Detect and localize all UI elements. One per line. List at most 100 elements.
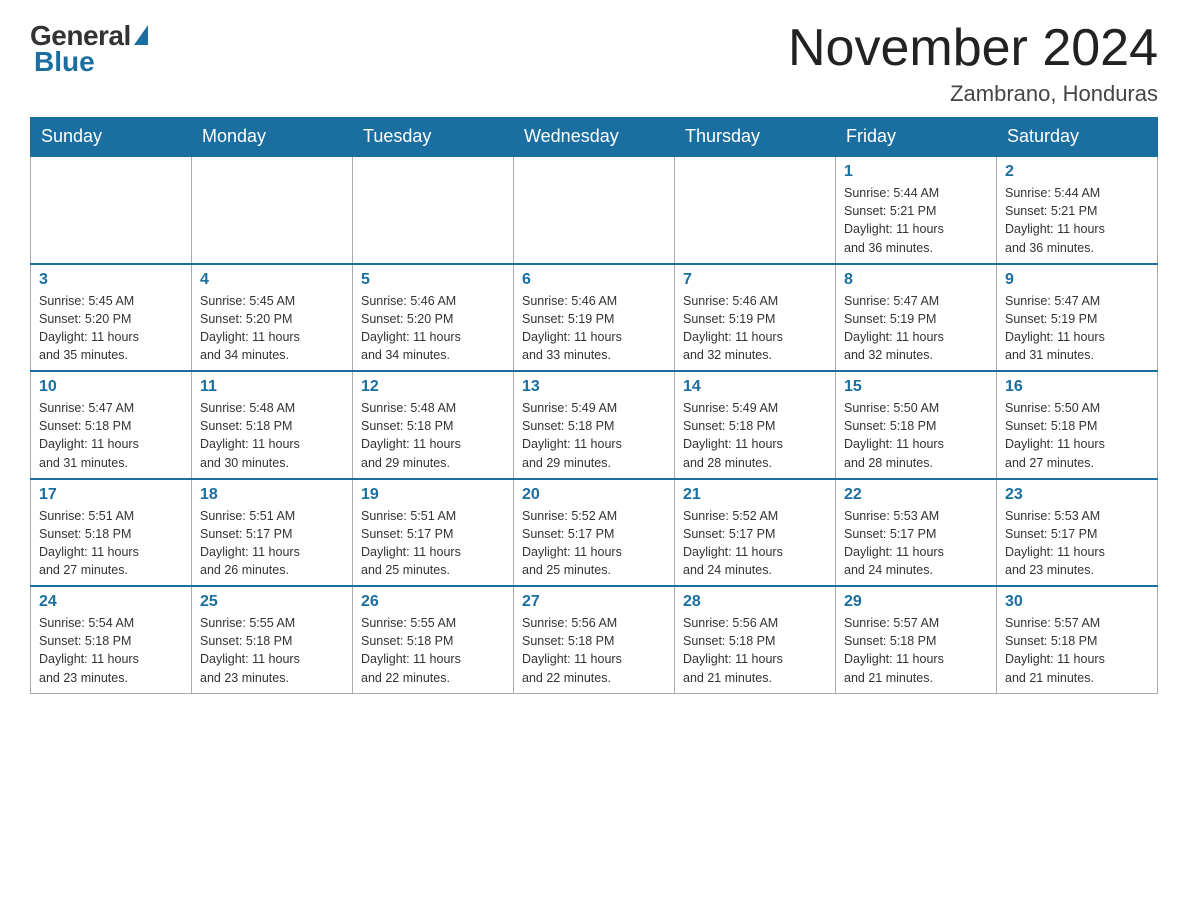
header-friday: Friday <box>836 118 997 157</box>
calendar-cell: 17 Sunrise: 5:51 AMSunset: 5:18 PMDayligh… <box>31 479 192 587</box>
day-number: 25 <box>200 593 344 611</box>
header-thursday: Thursday <box>675 118 836 157</box>
day-info: Sunrise: 5:53 AMSunset: 5:17 PMDaylight:… <box>844 507 988 580</box>
calendar-cell <box>514 156 675 264</box>
title-area: November 2024 Zambrano, Honduras <box>788 20 1158 107</box>
day-info: Sunrise: 5:47 AMSunset: 5:19 PMDaylight:… <box>1005 292 1149 365</box>
day-number: 20 <box>522 486 666 504</box>
calendar-cell: 26 Sunrise: 5:55 AMSunset: 5:18 PMDayligh… <box>353 586 514 693</box>
day-number: 6 <box>522 271 666 289</box>
month-title: November 2024 <box>788 20 1158 77</box>
calendar-cell <box>675 156 836 264</box>
day-number: 11 <box>200 378 344 396</box>
day-info: Sunrise: 5:54 AMSunset: 5:18 PMDaylight:… <box>39 614 183 687</box>
day-number: 7 <box>683 271 827 289</box>
day-number: 12 <box>361 378 505 396</box>
day-info: Sunrise: 5:49 AMSunset: 5:18 PMDaylight:… <box>522 399 666 472</box>
calendar-cell <box>31 156 192 264</box>
calendar-cell <box>192 156 353 264</box>
calendar-header-row: Sunday Monday Tuesday Wednesday Thursday… <box>31 118 1158 157</box>
day-info: Sunrise: 5:57 AMSunset: 5:18 PMDaylight:… <box>844 614 988 687</box>
day-info: Sunrise: 5:46 AMSunset: 5:19 PMDaylight:… <box>683 292 827 365</box>
day-info: Sunrise: 5:57 AMSunset: 5:18 PMDaylight:… <box>1005 614 1149 687</box>
logo-triangle-icon <box>134 25 148 45</box>
calendar-cell: 4 Sunrise: 5:45 AMSunset: 5:20 PMDaylight… <box>192 264 353 372</box>
day-info: Sunrise: 5:50 AMSunset: 5:18 PMDaylight:… <box>1005 399 1149 472</box>
day-info: Sunrise: 5:45 AMSunset: 5:20 PMDaylight:… <box>200 292 344 365</box>
day-number: 21 <box>683 486 827 504</box>
day-number: 3 <box>39 271 183 289</box>
day-info: Sunrise: 5:51 AMSunset: 5:17 PMDaylight:… <box>200 507 344 580</box>
calendar-cell: 11Sunrise: 5:48 AMSunset: 5:18 PMDayligh… <box>192 371 353 479</box>
calendar-cell: 7 Sunrise: 5:46 AMSunset: 5:19 PMDaylight… <box>675 264 836 372</box>
day-info: Sunrise: 5:51 AMSunset: 5:18 PMDaylight:… <box>39 507 183 580</box>
day-info: Sunrise: 5:52 AMSunset: 5:17 PMDaylight:… <box>683 507 827 580</box>
day-number: 27 <box>522 593 666 611</box>
calendar-cell: 20 Sunrise: 5:52 AMSunset: 5:17 PMDayligh… <box>514 479 675 587</box>
calendar-cell: 21 Sunrise: 5:52 AMSunset: 5:17 PMDayligh… <box>675 479 836 587</box>
week-row-0: 1 Sunrise: 5:44 AMSunset: 5:21 PMDaylight… <box>31 156 1158 264</box>
calendar-cell: 15 Sunrise: 5:50 AMSunset: 5:18 PMDayligh… <box>836 371 997 479</box>
calendar-cell: 24 Sunrise: 5:54 AMSunset: 5:18 PMDayligh… <box>31 586 192 693</box>
day-info: Sunrise: 5:50 AMSunset: 5:18 PMDaylight:… <box>844 399 988 472</box>
calendar-cell: 29 Sunrise: 5:57 AMSunset: 5:18 PMDayligh… <box>836 586 997 693</box>
calendar-cell: 16Sunrise: 5:50 AMSunset: 5:18 PMDayligh… <box>997 371 1158 479</box>
day-number: 26 <box>361 593 505 611</box>
day-number: 30 <box>1005 593 1149 611</box>
calendar-cell: 19Sunrise: 5:51 AMSunset: 5:17 PMDayligh… <box>353 479 514 587</box>
calendar-cell: 2 Sunrise: 5:44 AMSunset: 5:21 PMDaylight… <box>997 156 1158 264</box>
day-number: 13 <box>522 378 666 396</box>
week-row-1: 3 Sunrise: 5:45 AMSunset: 5:20 PMDaylight… <box>31 264 1158 372</box>
calendar-cell: 23Sunrise: 5:53 AMSunset: 5:17 PMDayligh… <box>997 479 1158 587</box>
calendar-cell: 8Sunrise: 5:47 AMSunset: 5:19 PMDaylight… <box>836 264 997 372</box>
day-number: 23 <box>1005 486 1149 504</box>
day-number: 8 <box>844 271 988 289</box>
calendar-cell: 12 Sunrise: 5:48 AMSunset: 5:18 PMDayligh… <box>353 371 514 479</box>
day-number: 18 <box>200 486 344 504</box>
day-number: 29 <box>844 593 988 611</box>
day-number: 1 <box>844 163 988 181</box>
day-info: Sunrise: 5:56 AMSunset: 5:18 PMDaylight:… <box>683 614 827 687</box>
header-tuesday: Tuesday <box>353 118 514 157</box>
day-info: Sunrise: 5:45 AMSunset: 5:20 PMDaylight:… <box>39 292 183 365</box>
day-number: 2 <box>1005 163 1149 181</box>
day-number: 5 <box>361 271 505 289</box>
calendar-cell <box>353 156 514 264</box>
calendar-cell: 1 Sunrise: 5:44 AMSunset: 5:21 PMDaylight… <box>836 156 997 264</box>
calendar-cell: 5 Sunrise: 5:46 AMSunset: 5:20 PMDaylight… <box>353 264 514 372</box>
calendar-cell: 3 Sunrise: 5:45 AMSunset: 5:20 PMDaylight… <box>31 264 192 372</box>
header-wednesday: Wednesday <box>514 118 675 157</box>
calendar-table: Sunday Monday Tuesday Wednesday Thursday… <box>30 117 1158 694</box>
day-number: 15 <box>844 378 988 396</box>
day-info: Sunrise: 5:44 AMSunset: 5:21 PMDaylight:… <box>844 184 988 257</box>
header-monday: Monday <box>192 118 353 157</box>
page-header: General Blue November 2024 Zambrano, Hon… <box>30 20 1158 107</box>
day-info: Sunrise: 5:46 AMSunset: 5:19 PMDaylight:… <box>522 292 666 365</box>
calendar-cell: 25Sunrise: 5:55 AMSunset: 5:18 PMDayligh… <box>192 586 353 693</box>
day-info: Sunrise: 5:44 AMSunset: 5:21 PMDaylight:… <box>1005 184 1149 257</box>
day-info: Sunrise: 5:48 AMSunset: 5:18 PMDaylight:… <box>361 399 505 472</box>
day-info: Sunrise: 5:46 AMSunset: 5:20 PMDaylight:… <box>361 292 505 365</box>
calendar-cell: 18 Sunrise: 5:51 AMSunset: 5:17 PMDayligh… <box>192 479 353 587</box>
header-sunday: Sunday <box>31 118 192 157</box>
day-info: Sunrise: 5:49 AMSunset: 5:18 PMDaylight:… <box>683 399 827 472</box>
day-number: 17 <box>39 486 183 504</box>
day-number: 24 <box>39 593 183 611</box>
day-number: 9 <box>1005 271 1149 289</box>
logo: General Blue <box>30 20 148 78</box>
day-number: 22 <box>844 486 988 504</box>
location-subtitle: Zambrano, Honduras <box>788 81 1158 107</box>
calendar-cell: 6 Sunrise: 5:46 AMSunset: 5:19 PMDaylight… <box>514 264 675 372</box>
day-info: Sunrise: 5:56 AMSunset: 5:18 PMDaylight:… <box>522 614 666 687</box>
day-info: Sunrise: 5:47 AMSunset: 5:18 PMDaylight:… <box>39 399 183 472</box>
day-number: 28 <box>683 593 827 611</box>
calendar-cell: 22 Sunrise: 5:53 AMSunset: 5:17 PMDayligh… <box>836 479 997 587</box>
calendar-cell: 28 Sunrise: 5:56 AMSunset: 5:18 PMDayligh… <box>675 586 836 693</box>
day-number: 19 <box>361 486 505 504</box>
week-row-2: 10Sunrise: 5:47 AMSunset: 5:18 PMDayligh… <box>31 371 1158 479</box>
day-info: Sunrise: 5:55 AMSunset: 5:18 PMDaylight:… <box>361 614 505 687</box>
week-row-3: 17 Sunrise: 5:51 AMSunset: 5:18 PMDayligh… <box>31 479 1158 587</box>
day-number: 4 <box>200 271 344 289</box>
calendar-cell: 30 Sunrise: 5:57 AMSunset: 5:18 PMDayligh… <box>997 586 1158 693</box>
day-info: Sunrise: 5:52 AMSunset: 5:17 PMDaylight:… <box>522 507 666 580</box>
